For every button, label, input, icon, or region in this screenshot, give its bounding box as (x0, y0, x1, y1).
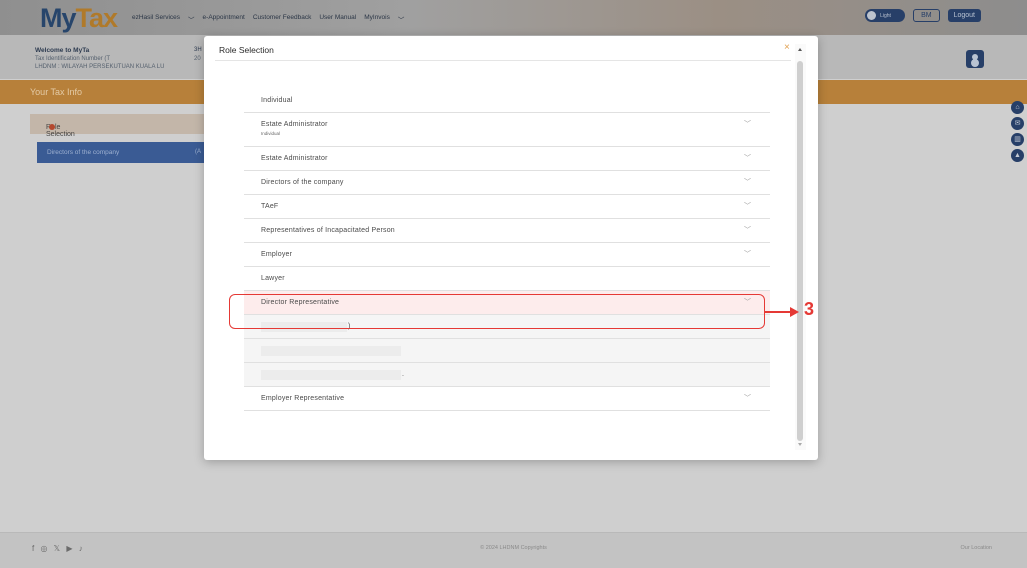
logout-button[interactable]: Logout (947, 9, 981, 22)
welcome-text: Welcome to MyTa (35, 47, 90, 54)
alert-icon (49, 124, 55, 130)
role-item-individual[interactable]: Individual (244, 89, 770, 113)
nav-ezhasil-services[interactable]: ezHasil Services (132, 14, 180, 24)
role-selection-modal: Role Selection × Individual Estate Admin… (204, 36, 818, 460)
toggle-knob (867, 11, 877, 20)
role-item-estate-administrator-individual[interactable]: Estate Administrator Individual ﹀ (244, 113, 770, 147)
role-label: Estate Administrator (261, 121, 328, 128)
role-list: Individual Estate Administrator Individu… (244, 89, 770, 411)
chevron-down-icon[interactable]: ﹀ (744, 119, 751, 129)
role-item-taef[interactable]: TAeF ﹀ (244, 195, 770, 219)
nav-myinvois[interactable]: MyInvois (364, 14, 390, 24)
role-item-lawyer[interactable]: Lawyer (244, 267, 770, 291)
tin-label: Tax Identification Number (T (35, 56, 111, 62)
director-representative-subitem[interactable] (244, 339, 770, 363)
subitem-trailing-text: . (402, 371, 405, 378)
chevron-down-icon: ﹀ (397, 17, 405, 24)
home-icon[interactable]: ⌂ (1011, 101, 1024, 114)
current-role-label: Directors of the company (47, 149, 120, 156)
nav-e-appointment[interactable]: e-Appointment (203, 14, 245, 24)
modal-scrollbar[interactable] (795, 44, 806, 450)
copyright-text: © 2024 LHDNM Copyrights (480, 545, 547, 551)
role-label: Individual (261, 97, 293, 104)
role-label: Employer Representative (261, 395, 345, 402)
close-icon[interactable]: × (784, 42, 790, 53)
role-item-directors-of-the-company[interactable]: Directors of the company ﹀ (244, 171, 770, 195)
annotation-step-number: 3 (804, 299, 815, 319)
theme-toggle[interactable]: Light (865, 9, 906, 22)
role-item-estate-administrator[interactable]: Estate Administrator ﹀ (244, 147, 770, 171)
chevron-down-icon[interactable]: ﹀ (744, 225, 751, 235)
profile-icon[interactable] (966, 50, 984, 68)
chevron-down-icon: ﹀ (188, 17, 195, 24)
book-icon[interactable]: ▥ (1011, 133, 1024, 146)
tin-value: 20 (194, 56, 201, 62)
modal-divider (215, 60, 791, 61)
welcome-value: 3H (194, 47, 202, 53)
language-bm-button[interactable]: BM (913, 9, 940, 22)
chevron-down-icon[interactable]: ﹀ (744, 393, 751, 403)
nav-user-manual[interactable]: User Manual (319, 14, 356, 24)
role-label: Lawyer (261, 275, 285, 282)
redacted-text (261, 346, 401, 356)
role-sublabel: Individual (261, 131, 281, 136)
director-representative-subitem[interactable]: . (244, 363, 770, 387)
chevron-down-icon[interactable]: ﹀ (744, 249, 751, 259)
header-actions: Light BM Logout (865, 9, 981, 22)
role-label: TAeF (261, 203, 279, 210)
graduation-icon[interactable]: ▲ (1011, 149, 1024, 162)
scroll-down-arrow-icon[interactable] (798, 443, 802, 446)
modal-title: Role Selection (219, 45, 274, 55)
logo-text-accent: Tax (75, 3, 119, 33)
chevron-down-icon[interactable]: ﹀ (744, 177, 751, 187)
chevron-down-icon[interactable]: ﹀ (744, 153, 751, 163)
scroll-thumb[interactable] (797, 61, 803, 441)
logo-text-main: My (40, 3, 77, 33)
role-label: Employer (261, 251, 293, 258)
chevron-down-icon[interactable]: ﹀ (744, 201, 751, 211)
side-shortcuts: ⌂ ✉ ▥ ▲ (1011, 101, 1024, 162)
footer: f ◎ 𝕏 ▶ ♪ © 2024 LHDNM Copyrights Our Lo… (0, 532, 1027, 568)
tax-info-title: Your Tax Info (30, 87, 83, 97)
location-link[interactable]: Our Location (961, 545, 993, 551)
role-label: Representatives of Incapacitated Person (261, 227, 395, 234)
role-label: Directors of the company (261, 179, 344, 186)
redacted-text (261, 370, 401, 380)
feedback-icon[interactable]: ✉ (1011, 117, 1024, 130)
role-label: Estate Administrator (261, 155, 328, 162)
role-item-employer-representative[interactable]: Employer Representative ﹀ (244, 387, 770, 411)
toggle-label: Light (880, 12, 891, 19)
role-selection-panel[interactable]: Role Selection (30, 114, 210, 138)
mytax-logo[interactable]: MyTax (40, 3, 119, 34)
branch-label: LHDNM : WILAYAH PERSEKUTUAN KUALA LU (35, 64, 165, 70)
scroll-up-arrow-icon[interactable] (798, 48, 802, 51)
main-nav: ezHasil Services ﹀ e-Appointment Custome… (132, 14, 404, 24)
nav-customer-feedback[interactable]: Customer Feedback (253, 14, 312, 24)
role-item-representatives-of-incapacitated-person[interactable]: Representatives of Incapacitated Person … (244, 219, 770, 243)
current-role-pill[interactable]: Directors of the company (A (37, 142, 210, 163)
current-role-code: (A (195, 149, 201, 155)
annotation-highlight-box (229, 294, 765, 329)
annotation-arrow-icon (790, 307, 799, 317)
top-navigation-bar: MyTax ezHasil Services ﹀ e-Appointment C… (0, 0, 1027, 35)
role-item-employer[interactable]: Employer ﹀ (244, 243, 770, 267)
annotation-arrow-line (765, 311, 792, 313)
